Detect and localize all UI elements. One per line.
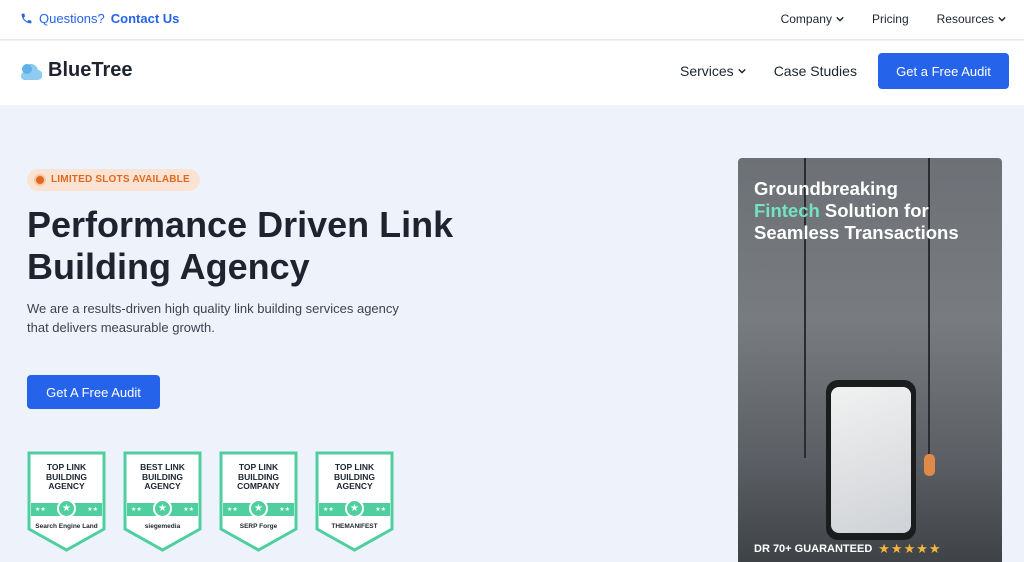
phone-image (826, 380, 916, 540)
star-icon: ★★ (227, 507, 238, 513)
card-headline: Groundbreaking Fintech Solution for Seam… (754, 178, 994, 244)
top-utility-bar: Questions? Contact Us Company Pricing Re… (0, 0, 1024, 40)
dr-guarantee-label: DR 70+ GUARANTEED (754, 543, 873, 555)
star-medal-icon: ★ (57, 499, 76, 518)
star-icon: ★★ (279, 507, 290, 513)
utility-links: Company Pricing Resources (781, 12, 1006, 26)
star-icon: ★★ (183, 507, 194, 513)
card-footer: DR 70+ GUARANTEED ★★★★★ (754, 541, 942, 557)
star-icon: ★★ (131, 507, 142, 513)
award-badge: BEST LINK BUILDING AGENCY ★★ ★★ ★ siegeme… (123, 451, 202, 552)
logo-text: BlueTree (48, 59, 133, 81)
pulse-dot-icon (36, 176, 44, 184)
star-icon: ★★ (375, 507, 386, 513)
star-icon: ★★ (87, 507, 98, 513)
star-icon: ★★ (35, 507, 46, 513)
star-rating-icon: ★★★★★ (878, 541, 942, 556)
bluetree-logo[interactable]: BlueTree (20, 59, 132, 82)
award-badge: TOP LINK BUILDING AGENCY ★★ ★★ ★ THEMANIF… (315, 451, 394, 552)
headline-highlight: Fintech (754, 200, 820, 221)
award-brand: SERP Forge (239, 523, 278, 530)
nav-company-label: Company (780, 12, 832, 26)
nav-services[interactable]: Services (680, 63, 746, 79)
phone-screen (831, 387, 911, 533)
hero-title: Performance Driven Link Building Agency (27, 204, 454, 287)
star-medal-icon: ★ (249, 499, 268, 518)
badge-label: LIMITED SLOTS AVAILABLE (51, 174, 190, 185)
contact-us-label[interactable]: Contact Us (111, 11, 180, 26)
award-title: TOP LINK BUILDING AGENCY (333, 462, 376, 491)
nav-company[interactable]: Company (781, 12, 844, 26)
hanging-tag (924, 454, 935, 476)
primary-menu: Services Case Studies (680, 63, 857, 79)
get-free-audit-nav-button[interactable]: Get a Free Audit (878, 53, 1009, 89)
award-badges: TOP LINK BUILDING AGENCY ★★ ★★ ★ Search E… (27, 451, 394, 552)
star-icon: ★★ (323, 507, 334, 513)
chevron-down-icon (836, 16, 844, 22)
star-medal-icon: ★ (345, 499, 364, 518)
nav-services-label: Services (680, 63, 734, 79)
nav-resources-label: Resources (936, 12, 994, 26)
award-title: TOP LINK BUILDING COMPANY (237, 462, 280, 491)
contact-link[interactable]: Questions? Contact Us (20, 11, 179, 26)
award-title: TOP LINK BUILDING AGENCY (45, 462, 88, 491)
logo-mark-icon (20, 63, 42, 80)
nav-pricing[interactable]: Pricing (872, 12, 909, 26)
case-study-card[interactable]: Groundbreaking Fintech Solution for Seam… (738, 158, 1002, 562)
award-badge: TOP LINK BUILDING COMPANY ★★ ★★ ★ SERP Fo… (219, 451, 298, 552)
award-brand: Search Engine Land (35, 523, 98, 530)
award-brand: siegemedia (144, 523, 181, 530)
headline-line-1: Groundbreaking (754, 178, 898, 199)
hero-lead: We are a results-driven high quality lin… (27, 301, 399, 335)
award-brand: THEMANIFEST (331, 523, 378, 530)
get-free-audit-hero-button[interactable]: Get A Free Audit (27, 375, 160, 409)
main-navigation: BlueTree Services Case Studies Get a Fre… (0, 41, 1024, 105)
award-title: BEST LINK BUILDING AGENCY (140, 462, 185, 491)
star-medal-icon: ★ (153, 499, 172, 518)
nav-resources[interactable]: Resources (937, 12, 1006, 26)
contact-prefix: Questions? (39, 11, 105, 26)
phone-icon (21, 13, 32, 24)
chevron-down-icon (737, 68, 746, 74)
chevron-down-icon (998, 16, 1006, 22)
limited-slots-badge: LIMITED SLOTS AVAILABLE (27, 169, 200, 191)
nav-case-studies[interactable]: Case Studies (774, 63, 857, 79)
award-badge: TOP LINK BUILDING AGENCY ★★ ★★ ★ Search E… (27, 451, 106, 552)
